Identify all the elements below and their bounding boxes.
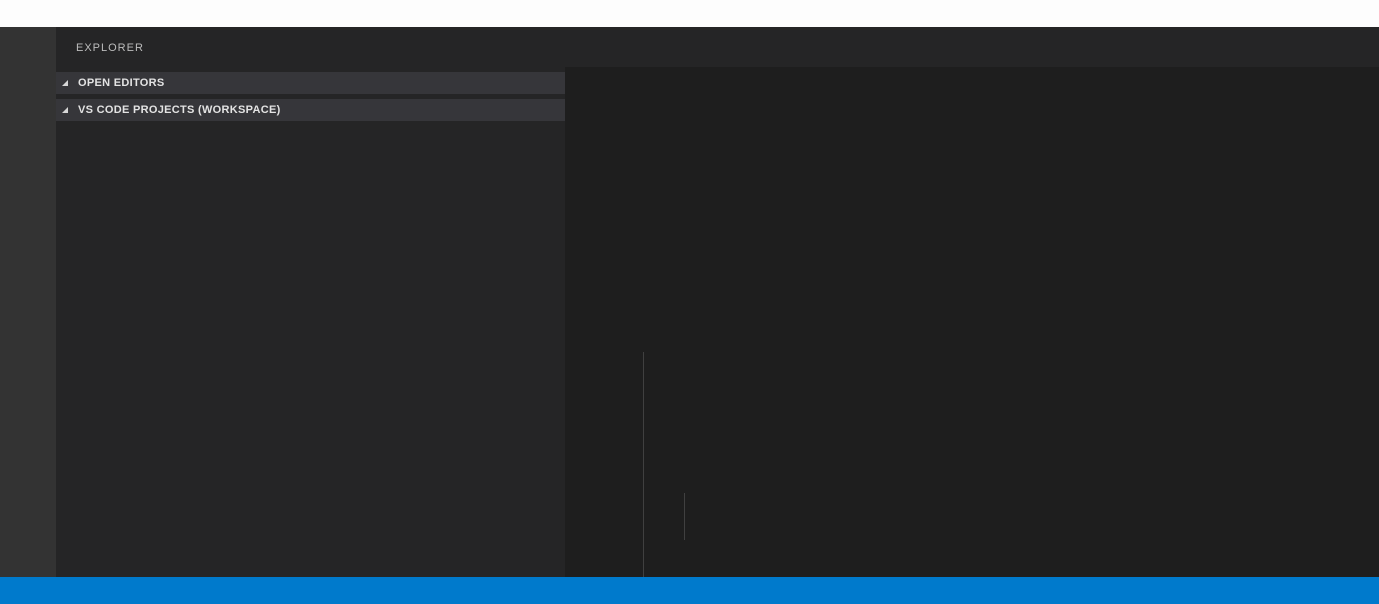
workspace-header-label: VS CODE PROJECTS (WORKSPACE)	[78, 104, 281, 116]
vscode-window: EXPLORER OPEN EDITORS VS CODE PROJECTS (…	[0, 0, 1379, 604]
workspace-header[interactable]: VS CODE PROJECTS (WORKSPACE)	[56, 99, 565, 121]
sidebar-title: EXPLORER	[56, 27, 565, 72]
activity-bar	[0, 27, 56, 577]
editor-actions	[1371, 27, 1379, 67]
editor-group	[565, 27, 1379, 577]
status-bar	[0, 577, 1379, 604]
indent-guide	[643, 352, 644, 577]
open-editors-header-label: OPEN EDITORS	[78, 77, 165, 89]
twisty-expanded-icon	[62, 80, 76, 86]
menu-bar	[0, 0, 1379, 27]
workbench: EXPLORER OPEN EDITORS VS CODE PROJECTS (…	[0, 27, 1379, 577]
indent-guide	[684, 493, 685, 540]
open-editors-header[interactable]: OPEN EDITORS	[56, 72, 565, 94]
explorer-sidebar: EXPLORER OPEN EDITORS VS CODE PROJECTS (…	[56, 27, 565, 577]
code-editor[interactable]	[565, 67, 1379, 577]
twisty-expanded-icon	[62, 107, 76, 113]
tab-bar	[565, 27, 1379, 67]
